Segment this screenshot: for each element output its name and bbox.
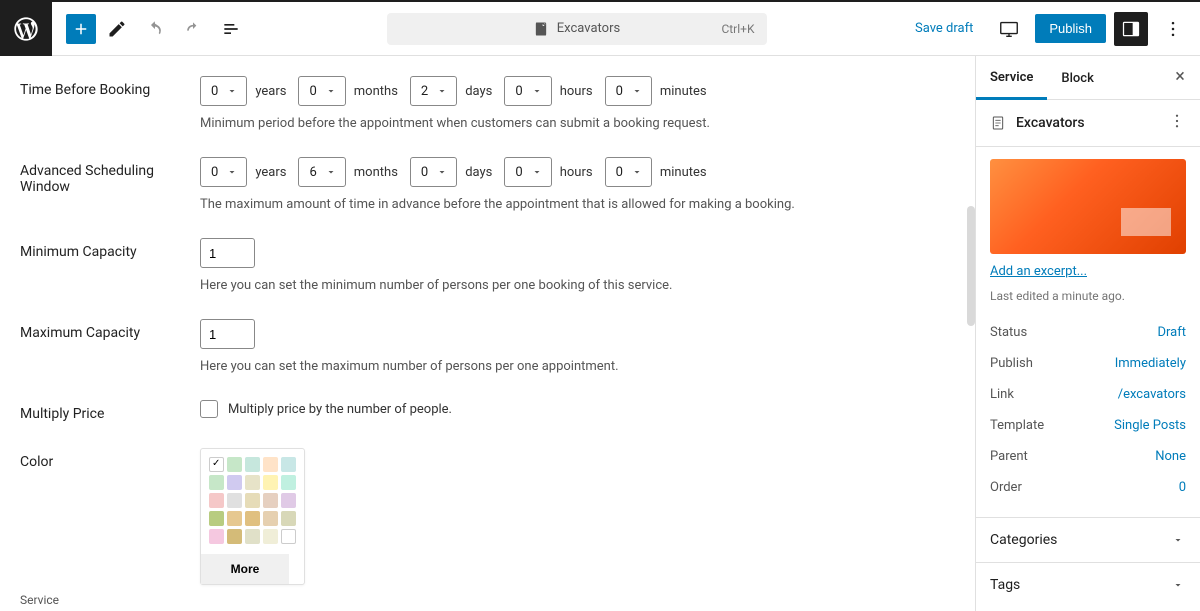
max-capacity-input[interactable] <box>200 319 255 349</box>
scrollbar[interactable] <box>967 206 975 326</box>
color-swatch[interactable] <box>209 493 224 508</box>
color-swatch[interactable] <box>227 457 242 472</box>
document-title-bar[interactable]: Excavators Ctrl+K <box>387 13 767 45</box>
color-swatch[interactable] <box>281 511 296 526</box>
order-value[interactable]: 0 <box>1179 480 1186 495</box>
color-swatch[interactable] <box>245 475 260 490</box>
color-swatch[interactable] <box>281 475 296 490</box>
time-before-label: Time Before Booking <box>20 76 200 131</box>
time-before-years-select[interactable]: 0 <box>200 76 247 106</box>
topbar: Excavators Ctrl+K Save draft Publish <box>0 2 1200 56</box>
chevron-down-icon <box>1170 532 1186 548</box>
tags-accordion[interactable]: Tags <box>976 562 1200 607</box>
publish-label: Publish <box>990 356 1033 371</box>
shortcut-hint: Ctrl+K <box>721 22 754 36</box>
template-label: Template <box>990 418 1044 433</box>
color-swatch[interactable] <box>245 493 260 508</box>
last-edited-text: Last edited a minute ago. <box>990 289 1186 303</box>
advanced-hours-select[interactable]: 0 <box>504 157 551 187</box>
max-capacity-help: Here you can set the maximum number of p… <box>200 359 955 374</box>
settings-sidebar: Service Block × Excavators Add an excerp… <box>975 56 1200 611</box>
settings-panel-toggle[interactable] <box>1114 12 1148 46</box>
tab-block[interactable]: Block <box>1047 57 1107 98</box>
more-colors-button[interactable]: More <box>201 554 289 584</box>
color-swatch[interactable] <box>227 511 242 526</box>
time-before-minutes-select[interactable]: 0 <box>605 76 652 106</box>
advanced-months-select[interactable]: 6 <box>298 157 345 187</box>
color-swatch[interactable] <box>245 529 260 544</box>
post-type-icon <box>990 115 1006 131</box>
color-swatch[interactable] <box>281 457 296 472</box>
multiply-price-checkbox[interactable] <box>200 400 218 418</box>
color-swatch[interactable] <box>263 529 278 544</box>
order-label: Order <box>990 480 1022 495</box>
min-capacity-label: Minimum Capacity <box>20 238 200 293</box>
add-excerpt-link[interactable]: Add an excerpt... <box>990 264 1186 279</box>
color-swatch[interactable] <box>227 493 242 508</box>
featured-image[interactable] <box>990 159 1186 254</box>
tab-service[interactable]: Service <box>976 56 1047 100</box>
color-swatch[interactable] <box>209 475 224 490</box>
edit-icon[interactable] <box>100 12 134 46</box>
status-value[interactable]: Draft <box>1157 325 1186 340</box>
link-value[interactable]: /excavators <box>1118 387 1186 402</box>
save-draft-button[interactable]: Save draft <box>905 15 983 42</box>
color-swatch[interactable] <box>281 529 296 544</box>
color-swatch[interactable] <box>227 529 242 544</box>
color-swatch[interactable] <box>281 493 296 508</box>
advanced-years-select[interactable]: 0 <box>200 157 247 187</box>
color-swatch[interactable] <box>227 475 242 490</box>
categories-accordion[interactable]: Categories <box>976 517 1200 562</box>
undo-icon[interactable] <box>138 12 172 46</box>
breadcrumb[interactable]: Service <box>20 589 59 611</box>
post-icon <box>533 21 549 37</box>
multiply-price-label: Multiply Price <box>20 400 200 422</box>
sidebar-actions-button[interactable] <box>1168 112 1186 134</box>
advanced-window-label: Advanced Scheduling Window <box>20 157 200 212</box>
color-swatch[interactable] <box>209 511 224 526</box>
parent-label: Parent <box>990 449 1028 464</box>
max-capacity-label: Maximum Capacity <box>20 319 200 374</box>
min-capacity-input[interactable] <box>200 238 255 268</box>
advanced-minutes-select[interactable]: 0 <box>605 157 652 187</box>
color-swatch[interactable] <box>263 511 278 526</box>
document-outline-icon[interactable] <box>214 12 248 46</box>
publish-button[interactable]: Publish <box>1035 14 1106 43</box>
multiply-price-checkbox-label: Multiply price by the number of people. <box>228 402 452 417</box>
color-swatch[interactable] <box>245 511 260 526</box>
color-swatch[interactable] <box>263 493 278 508</box>
redo-icon[interactable] <box>176 12 210 46</box>
time-before-help: Minimum period before the appointment wh… <box>200 116 955 131</box>
close-sidebar-button[interactable]: × <box>1168 64 1192 88</box>
time-before-hours-select[interactable]: 0 <box>504 76 551 106</box>
wordpress-logo[interactable] <box>0 2 52 56</box>
color-swatch[interactable] <box>209 529 224 544</box>
time-before-months-select[interactable]: 0 <box>298 76 345 106</box>
publish-value[interactable]: Immediately <box>1115 356 1186 371</box>
link-label: Link <box>990 387 1014 402</box>
color-label: Color <box>20 448 200 585</box>
parent-value[interactable]: None <box>1155 449 1186 464</box>
chevron-down-icon <box>1170 577 1186 593</box>
color-swatch[interactable] <box>245 457 260 472</box>
color-swatch[interactable] <box>263 475 278 490</box>
document-title: Excavators <box>557 21 620 36</box>
color-swatch[interactable] <box>263 457 278 472</box>
template-value[interactable]: Single Posts <box>1114 418 1186 433</box>
advanced-days-select[interactable]: 0 <box>410 157 457 187</box>
time-before-days-select[interactable]: 2 <box>410 76 457 106</box>
status-label: Status <box>990 325 1027 340</box>
more-options-button[interactable] <box>1156 12 1190 46</box>
color-picker-panel: More <box>200 448 305 585</box>
add-block-button[interactable] <box>66 14 96 44</box>
editor-canvas: Time Before Booking 0 years 0 months 2 d… <box>0 56 975 611</box>
preview-button[interactable] <box>991 11 1027 47</box>
color-swatch[interactable] <box>209 457 224 472</box>
min-capacity-help: Here you can set the minimum number of p… <box>200 278 955 293</box>
advanced-help: The maximum amount of time in advance be… <box>200 197 955 212</box>
sidebar-title: Excavators <box>1016 115 1085 131</box>
